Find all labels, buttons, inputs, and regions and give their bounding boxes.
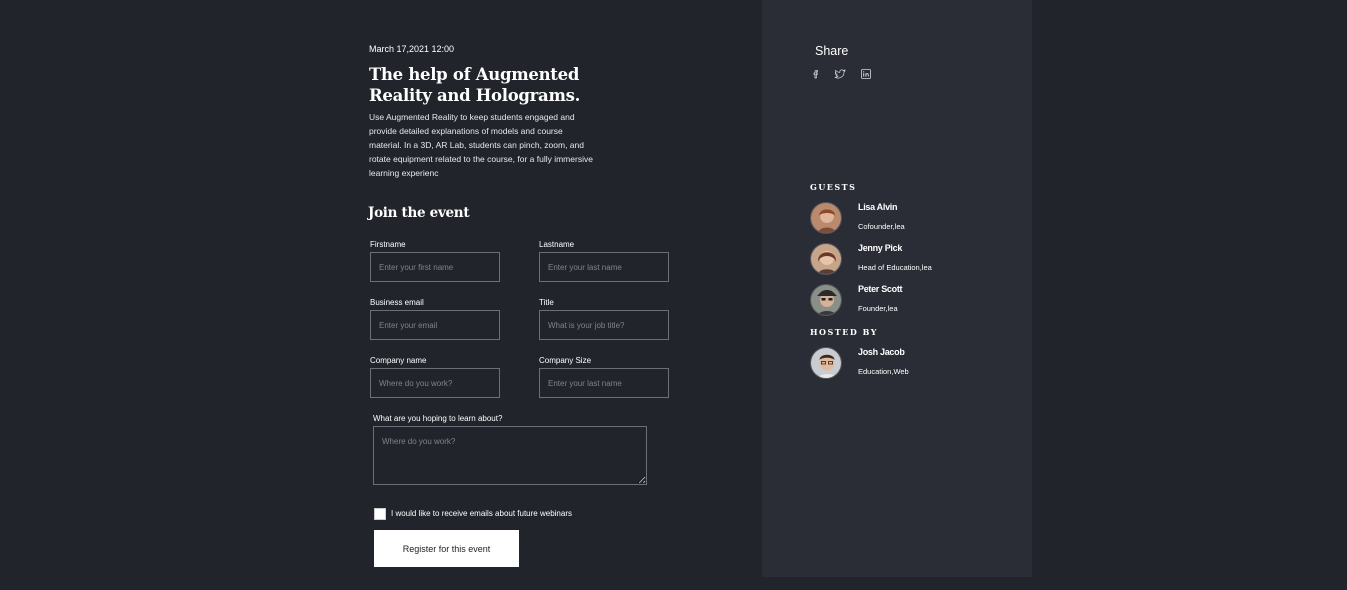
newsletter-label: I would like to receive emails about fut…: [391, 509, 572, 518]
email-label: Business email: [370, 298, 424, 307]
guest-card[interactable]: Jenny Pick Head of Education,lea: [810, 243, 1010, 277]
guests-heading: GUESTS: [810, 182, 857, 192]
company-name-label: Company name: [370, 356, 427, 365]
guest-name: Peter Scott: [858, 284, 903, 294]
lastname-label: Lastname: [539, 240, 575, 249]
company-size-field[interactable]: [539, 368, 669, 398]
join-heading: Join the event: [368, 205, 470, 221]
guest-role: Founder,lea: [858, 304, 898, 313]
twitter-icon[interactable]: [834, 67, 846, 79]
hosted-by-heading: HOSTED BY: [810, 327, 878, 337]
host-role: Education,Web: [858, 367, 909, 376]
host-card[interactable]: Josh Jacob Education,Web: [810, 347, 1010, 381]
guest-role: Cofounder,lea: [858, 222, 905, 231]
guest-card[interactable]: Lisa Alvin Cofounder,lea: [810, 202, 1010, 236]
guest-card[interactable]: Peter Scott Founder,lea: [810, 284, 1010, 318]
firstname-field[interactable]: [370, 252, 500, 282]
company-name-field[interactable]: [370, 368, 500, 398]
newsletter-checkbox[interactable]: [374, 508, 386, 520]
host-name: Josh Jacob: [858, 347, 905, 357]
avatar: [810, 347, 842, 379]
guest-role: Head of Education,lea: [858, 263, 932, 272]
lastname-field[interactable]: [539, 252, 669, 282]
learn-label: What are you hoping to learn about?: [373, 414, 503, 423]
event-title: The help of Augmented Reality and Hologr…: [369, 65, 581, 105]
avatar: [810, 202, 842, 234]
guest-name: Lisa Alvin: [858, 202, 898, 212]
register-button[interactable]: Register for this event: [374, 530, 519, 567]
guest-name: Jenny Pick: [858, 243, 903, 253]
event-description: Use Augmented Reality to keep students e…: [369, 112, 593, 178]
email-field[interactable]: [370, 310, 500, 340]
avatar: [810, 243, 842, 275]
linkedin-icon[interactable]: [860, 67, 872, 79]
job-title-field[interactable]: [539, 310, 669, 340]
avatar: [810, 284, 842, 316]
event-date: March 17,2021 12:00: [369, 44, 455, 54]
learn-textarea[interactable]: [373, 426, 647, 485]
facebook-icon[interactable]: [810, 67, 822, 79]
firstname-label: Firstname: [370, 240, 406, 249]
share-label: Share: [815, 44, 849, 58]
job-title-label: Title: [539, 298, 554, 307]
company-size-label: Company Size: [539, 356, 592, 365]
